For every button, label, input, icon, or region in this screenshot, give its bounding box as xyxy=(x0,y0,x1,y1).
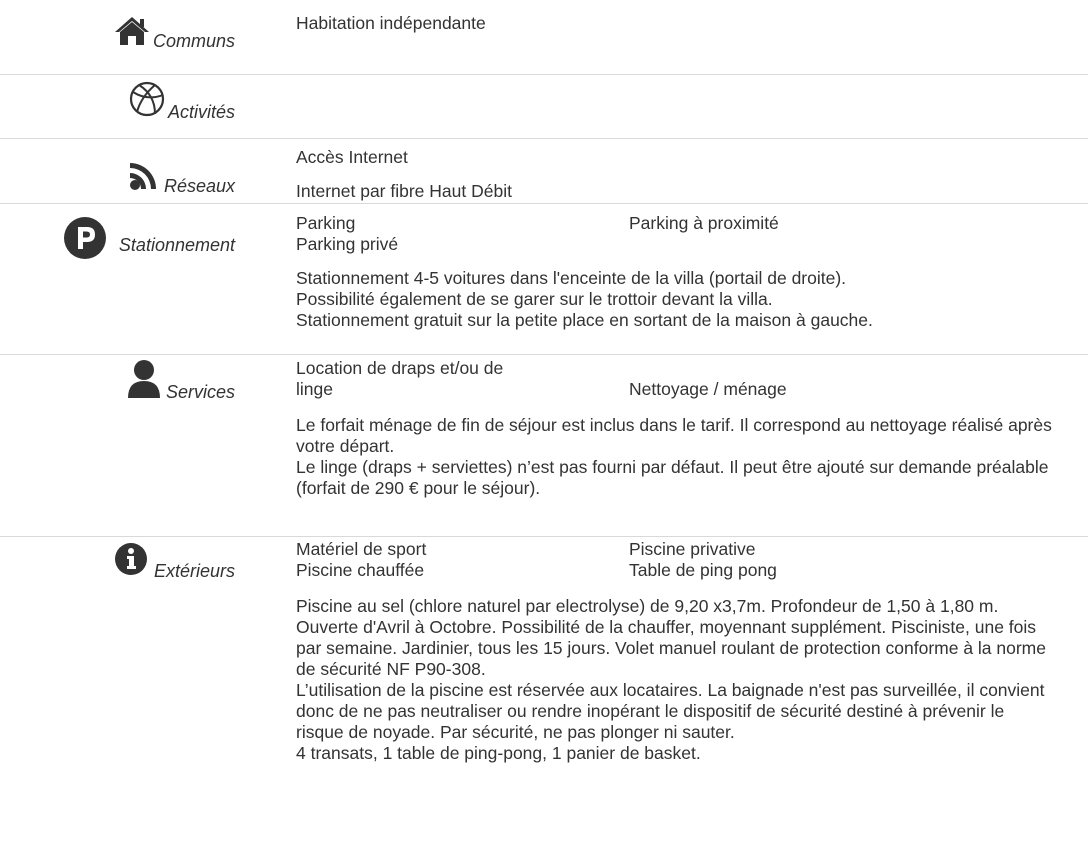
feature-item: Parking xyxy=(296,213,356,233)
user-icon xyxy=(125,359,163,404)
note-line: Le linge (draps + serviettes) n’est pas … xyxy=(296,457,1049,498)
section-communs: Communs Habitation indépendante xyxy=(0,0,1088,74)
basketball-icon xyxy=(129,81,165,122)
content-stationnement: Parking Parking à proximité Parking priv… xyxy=(296,213,1076,331)
feature-item: Table de ping pong xyxy=(629,560,777,580)
section-label: Réseaux xyxy=(163,176,235,196)
content-reseaux: Accès Internet Internet par fibre Haut D… xyxy=(296,147,1076,202)
home-icon xyxy=(114,16,150,51)
feature-item: Piscine chauffée xyxy=(296,560,425,580)
section-note: Le forfait ménage de fin de séjour est i… xyxy=(296,415,1076,499)
section-reseaux: Réseaux Accès Internet Internet par fibr… xyxy=(0,139,1088,203)
feature-item: Location de draps et/ou de linge xyxy=(296,358,504,399)
content-exterieurs: Matériel de sport Piscine privative Pisc… xyxy=(296,539,1076,764)
info-icon xyxy=(114,542,148,581)
feature-item: Habitation indépendante xyxy=(296,13,486,33)
section-stationnement: Stationnement Parking Parking à proximit… xyxy=(0,204,1088,354)
note-line: Le forfait ménage de fin de séjour est i… xyxy=(296,415,1052,456)
note-line: Possibilité également de se garer sur le… xyxy=(296,289,773,309)
section-label: Extérieurs xyxy=(153,561,235,581)
note-line: L’utilisation de la piscine est réservée… xyxy=(296,680,1045,742)
label-services: Services xyxy=(125,359,235,404)
section-exterieurs: Extérieurs Matériel de sport Piscine pri… xyxy=(0,537,1088,842)
feature-item: Parking privé xyxy=(296,234,399,254)
section-label: Communs xyxy=(152,31,235,51)
parking-icon xyxy=(63,216,107,265)
section-label: Activités xyxy=(167,102,235,122)
feature-list: Location de draps et/ou de linge Nettoya… xyxy=(296,358,1076,400)
section-note: Piscine au sel (chlore naturel par elect… xyxy=(296,596,1056,764)
note-line: Stationnement 4-5 voitures dans l'encein… xyxy=(296,268,847,288)
feature-list: Matériel de sport Piscine privative Pisc… xyxy=(296,539,1076,581)
note-line: 4 transats, 1 table de ping-pong, 1 pani… xyxy=(296,743,701,763)
rss-icon xyxy=(127,161,161,196)
label-reseaux: Réseaux xyxy=(127,161,235,196)
feature-list: Parking Parking à proximité Parking priv… xyxy=(296,213,1076,255)
feature-item: Parking à proximité xyxy=(629,213,779,233)
section-note: Internet par fibre Haut Débit xyxy=(296,181,512,201)
content-communs: Habitation indépendante xyxy=(296,13,1076,34)
label-activites: Activités xyxy=(129,81,235,122)
feature-item: Piscine privative xyxy=(629,539,756,559)
section-services: Services Location de draps et/ou de ling… xyxy=(0,355,1088,536)
section-activites: Activités xyxy=(0,75,1088,138)
note-line: Piscine au sel (chlore naturel par elect… xyxy=(296,596,1046,679)
feature-item: Accès Internet xyxy=(296,147,408,167)
section-label: Stationnement xyxy=(118,235,235,255)
feature-item: Matériel de sport xyxy=(296,539,427,559)
label-communs: Communs xyxy=(114,16,235,51)
label-stationnement: Stationnement xyxy=(63,216,235,265)
section-label: Services xyxy=(165,382,235,402)
label-exterieurs: Extérieurs xyxy=(114,542,235,581)
content-services: Location de draps et/ou de linge Nettoya… xyxy=(296,358,1076,499)
section-note: Stationnement 4-5 voitures dans l'encein… xyxy=(296,268,1076,331)
note-line: Stationnement gratuit sur la petite plac… xyxy=(296,310,873,330)
feature-item: Nettoyage / ménage xyxy=(629,379,787,399)
